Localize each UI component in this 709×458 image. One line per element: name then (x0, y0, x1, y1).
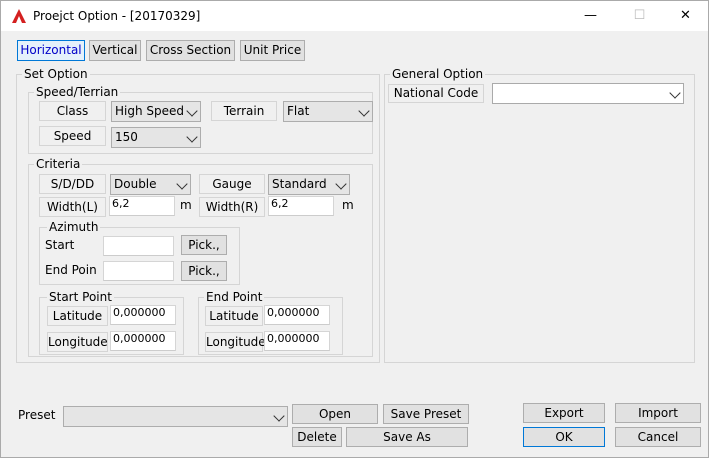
save-preset-button[interactable]: Save Preset (383, 404, 469, 424)
class-select-value: High Speed (115, 104, 185, 118)
end-latitude-input[interactable]: 0,000000 (264, 305, 330, 325)
azimuth-end-input[interactable] (103, 261, 174, 281)
chevron-down-icon (273, 409, 285, 422)
width-l-label: Width(L) (39, 197, 106, 217)
end-latitude-label: Latitude (205, 306, 263, 326)
national-code-label: National Code (388, 84, 484, 103)
minimize-icon[interactable]: — (568, 1, 613, 31)
speed-select[interactable]: 150 (111, 127, 201, 148)
tab-unit-price[interactable]: Unit Price (240, 40, 305, 61)
start-latitude-input[interactable]: 0,000000 (110, 305, 176, 325)
class-label: Class (39, 101, 106, 121)
terrain-label: Terrain (211, 101, 277, 121)
save-as-button[interactable]: Save As (346, 427, 468, 447)
width-r-unit: m (342, 198, 354, 212)
tab-cross-section[interactable]: Cross Section (146, 40, 235, 61)
sdd-label: S/D/DD (39, 174, 106, 194)
tab-horizontal[interactable]: Horizontal (17, 40, 85, 61)
delete-button[interactable]: Delete (292, 427, 342, 447)
start-longitude-input[interactable]: 0,000000 (110, 331, 176, 351)
chevron-down-icon (335, 177, 347, 190)
class-select[interactable]: High Speed (111, 101, 201, 122)
open-button[interactable]: Open (292, 404, 378, 424)
import-button[interactable]: Import (615, 403, 701, 423)
sdd-select-value: Double (114, 177, 157, 191)
azimuth-end-pick-button[interactable]: Pick., (181, 261, 227, 281)
criteria-label: Criteria (34, 157, 83, 171)
width-l-input[interactable]: 6,2 (109, 196, 175, 216)
start-latitude-label: Latitude (47, 306, 108, 326)
general-option-label: General Option (390, 67, 486, 81)
end-longitude-label: Longitude (205, 332, 266, 352)
end-point-label: End Point (204, 290, 265, 304)
speed-terrian-label: Speed/Terrian (34, 85, 121, 99)
sdd-select[interactable]: Double (110, 174, 191, 195)
project-option-window: Proejct Option - [20170329] — ☐ ✕ Horizo… (0, 0, 709, 458)
gauge-select[interactable]: Standard (268, 174, 350, 195)
tab-vertical[interactable]: Vertical (89, 40, 141, 61)
general-option-group (384, 74, 695, 363)
gauge-select-value: Standard (272, 177, 327, 191)
chevron-down-icon (176, 177, 188, 190)
cancel-button[interactable]: Cancel (615, 427, 701, 447)
export-button[interactable]: Export (523, 403, 605, 423)
window-title: Proejct Option - [20170329] (33, 9, 201, 23)
terrain-select[interactable]: Flat (283, 101, 373, 122)
chevron-down-icon (358, 104, 370, 117)
azimuth-start-label: Start Poir (45, 238, 75, 252)
national-code-select[interactable] (492, 83, 684, 104)
chevron-down-icon (669, 86, 681, 99)
preset-select[interactable] (63, 406, 288, 427)
autocad-app-icon (12, 9, 26, 23)
preset-label: Preset (18, 408, 56, 422)
width-r-input[interactable]: 6,2 (268, 196, 334, 216)
width-r-label: Width(R) (199, 197, 265, 217)
speed-select-value: 150 (115, 130, 138, 144)
end-longitude-input[interactable]: 0,000000 (264, 331, 330, 351)
maximize-icon[interactable]: ☐ (617, 1, 662, 31)
close-icon[interactable]: ✕ (663, 1, 708, 31)
speed-label: Speed (39, 126, 106, 146)
width-l-unit: m (180, 198, 192, 212)
start-point-label: Start Point (47, 290, 114, 304)
chevron-down-icon (186, 104, 198, 117)
azimuth-start-input[interactable] (103, 236, 174, 256)
terrain-select-value: Flat (287, 104, 310, 118)
set-option-label: Set Option (22, 67, 90, 81)
ok-button[interactable]: OK (523, 427, 605, 447)
chevron-down-icon (186, 130, 198, 143)
gauge-label: Gauge (199, 174, 265, 194)
title-bar: Proejct Option - [20170329] — ☐ ✕ (1, 1, 708, 31)
azimuth-start-pick-button[interactable]: Pick., (181, 235, 227, 255)
azimuth-label: Azimuth (47, 220, 101, 234)
azimuth-end-label: End Poin (45, 263, 97, 277)
start-longitude-label: Longitude (47, 332, 108, 352)
